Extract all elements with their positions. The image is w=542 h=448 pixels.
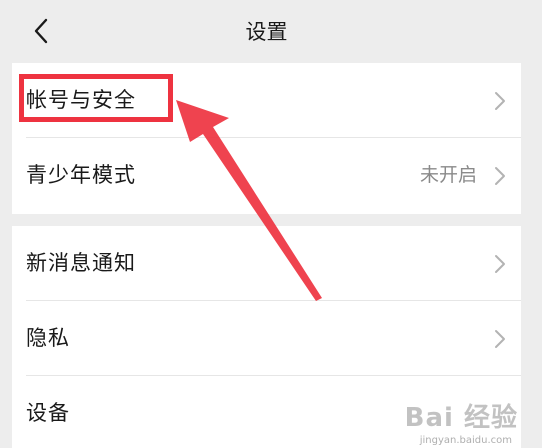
settings-item-label: 设备 [26,401,70,425]
chevron-right-icon [495,167,505,185]
settings-item-label: 帐号与安全 [26,88,136,112]
settings-screen: 设置 帐号与安全 青少年模式 未开启 新消息通知 隐私 设备 Bai 经验 ji… [0,0,542,448]
settings-group-account: 帐号与安全 青少年模式 未开启 [12,63,521,214]
page-title: 设置 [245,20,288,44]
settings-item-privacy[interactable]: 隐私 [12,301,521,376]
settings-item-teen-mode[interactable]: 青少年模式 未开启 [12,138,521,213]
settings-item-label: 隐私 [26,326,70,350]
header-bar: 设置 [12,0,521,63]
settings-group-general: 新消息通知 隐私 设备 [12,226,521,448]
chevron-right-icon [495,255,505,273]
settings-item-label: 青少年模式 [26,163,136,187]
settings-item-value: 未开启 [419,164,477,186]
settings-item-account-security[interactable]: 帐号与安全 [12,63,521,138]
settings-item-notifications[interactable]: 新消息通知 [12,226,521,301]
settings-item-label: 新消息通知 [26,251,136,275]
chevron-right-icon [495,92,505,110]
chevron-right-icon [495,330,505,348]
settings-item-devices[interactable]: 设备 [12,376,521,448]
